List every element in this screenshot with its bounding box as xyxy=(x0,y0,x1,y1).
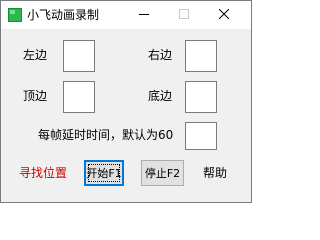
start-button[interactable]: 开始F1 xyxy=(84,160,124,186)
right-label: 右边 xyxy=(148,48,173,62)
right-input[interactable] xyxy=(185,40,217,72)
frame-delay-input[interactable] xyxy=(185,122,217,150)
frame-delay-label: 每帧延时时间，默认为60 xyxy=(38,128,174,142)
left-input[interactable] xyxy=(63,40,95,72)
bottom-label: 底边 xyxy=(148,89,173,103)
window-title: 小飞动画录制 xyxy=(27,8,100,22)
help-link[interactable]: 帮助 xyxy=(203,166,227,180)
bottom-input[interactable] xyxy=(185,81,217,113)
minimize-button[interactable] xyxy=(133,4,155,24)
stop-button[interactable]: 停止F2 xyxy=(141,160,184,186)
title-bar[interactable]: 小飞动画录制 xyxy=(1,1,251,29)
top-label: 顶边 xyxy=(23,89,48,103)
maximize-button[interactable] xyxy=(173,4,195,24)
client-area: 左边 右边 顶边 底边 每帧延时时间，默认为60 寻找位置 开始F1 停止F2 … xyxy=(1,29,251,202)
close-button[interactable] xyxy=(213,4,235,24)
maximize-icon xyxy=(179,9,189,19)
find-position-link[interactable]: 寻找位置 xyxy=(19,166,67,180)
left-label: 左边 xyxy=(23,48,48,62)
stop-button-label: 停止F2 xyxy=(144,167,181,180)
minimize-icon xyxy=(139,14,149,15)
start-button-label: 开始F1 xyxy=(86,167,122,180)
top-input[interactable] xyxy=(63,81,95,113)
app-icon xyxy=(8,8,22,22)
close-icon xyxy=(219,9,229,19)
app-window: 小飞动画录制 左边 右边 顶边 底边 每帧延时时间，默认为60 寻找位置 开始F… xyxy=(0,0,252,203)
